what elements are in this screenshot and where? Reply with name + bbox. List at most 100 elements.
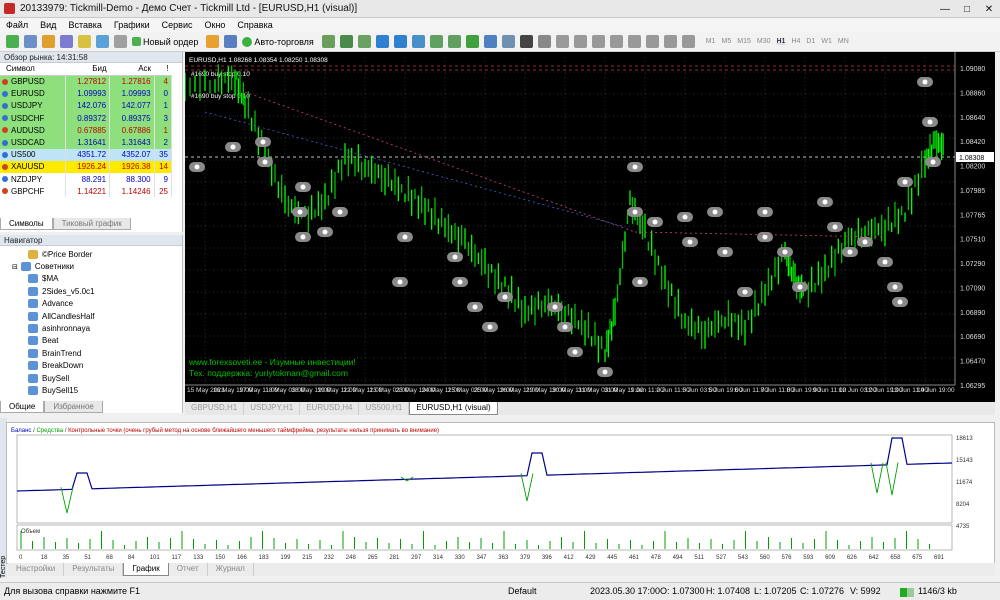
market-row[interactable]: USDCHF 0.89372 0.89375 3 [0,112,173,125]
metaeditor-icon[interactable] [206,35,220,48]
market-row[interactable]: GBPUSD 1.27812 1.27816 4 [0,75,173,88]
navigator-item[interactable]: ©Price Border [0,248,182,260]
navigator-tab-0[interactable]: Общие [0,401,45,413]
chart-tab-3[interactable]: US500,H1 [359,402,410,415]
tester-tab-0[interactable]: Настройки [8,563,65,576]
navigator-icon[interactable] [78,35,91,48]
candles-icon[interactable] [339,35,353,48]
market-row[interactable]: EURUSD 1.09993 1.09993 0 [0,87,173,100]
menu-item-0[interactable]: Файл [6,20,28,30]
autotrading-button[interactable]: Авто-торговля [242,36,314,47]
timeframe-M30[interactable]: M30 [757,38,771,45]
menu-item-6[interactable]: Справка [237,20,272,30]
chart-tab-4[interactable]: EURUSD,H1 (visual) [409,402,498,415]
timeframe-bar: M1 M5 M15 M30 H1 H4 D1 W1 MN [706,38,855,45]
indicators-icon[interactable] [465,35,479,48]
text-icon[interactable] [645,35,659,48]
navigator-item[interactable]: ⊟ Советники [0,260,182,272]
minimize-button[interactable]: — [934,0,956,18]
tester-icon[interactable] [114,35,127,48]
market-row[interactable]: GBPCHF 1.14221 1.14246 25 [0,185,173,198]
symbol-header[interactable]: Символ [0,63,66,76]
timeframe-M15[interactable]: M15 [737,38,751,45]
navigator-item[interactable]: BreakDown [0,360,182,372]
line-chart-icon[interactable] [357,35,371,48]
market-row[interactable]: US500 4351.72 4352.07 35 [0,148,173,161]
trendline-icon[interactable] [591,35,605,48]
profiles-icon[interactable] [24,35,37,48]
chart-tab-2[interactable]: EURUSD,H4 [300,402,360,415]
cursor-icon[interactable] [519,35,533,48]
timeframe-MN[interactable]: MN [838,38,849,45]
symbol-cell: US500 [0,148,66,161]
chart-tab-0[interactable]: GBPUSD,H1 [185,402,245,415]
market-row[interactable]: USDCAD 1.31641 1.31643 2 [0,136,173,149]
fibo-icon[interactable] [627,35,641,48]
tester-tab-2[interactable]: График [123,563,169,576]
tester-x-tick: 232 [324,555,335,561]
label-icon[interactable] [663,35,677,48]
chart-tab-1[interactable]: USDJPY,H1 [244,402,301,415]
order-marker-dot [297,209,303,215]
maximize-button[interactable]: □ [956,0,978,18]
horizontal-line-icon[interactable] [573,35,587,48]
tree-collapse-icon[interactable]: ⊟ [12,263,18,271]
ask-header[interactable]: Аск [109,63,155,76]
new-chart-icon[interactable] [6,35,19,48]
tile-windows-icon[interactable] [411,35,425,48]
close-button[interactable]: ✕ [978,0,1000,18]
navigator-item[interactable]: Advance [0,298,182,310]
navigator-item[interactable]: 2Sides_v5.0c1 [0,285,182,297]
market-watch-icon[interactable] [42,35,55,48]
navigator-item-label: Beat [42,336,59,346]
navigator-item[interactable]: BuySell15 [0,384,182,396]
data-window-icon[interactable] [60,35,73,48]
navigator-item[interactable]: Beat [0,335,182,347]
chart-shift-icon[interactable] [447,35,461,48]
timeframe-W1[interactable]: W1 [821,38,832,45]
signals-icon[interactable] [224,35,238,48]
zoom-out-icon[interactable] [393,35,407,48]
order-marker-dot [194,164,200,170]
terminal-icon[interactable] [96,35,109,48]
navigator-item[interactable]: BuySell [0,372,182,384]
market-tab-0[interactable]: Символы [0,218,53,230]
channel-icon[interactable] [609,35,623,48]
menu-item-4[interactable]: Сервис [162,20,193,30]
timeframe-M1[interactable]: M1 [706,38,716,45]
tester-tab-3[interactable]: Отчет [169,563,208,576]
bid-header[interactable]: Бид [65,63,110,76]
zoom-in-icon[interactable] [375,35,389,48]
menu-item-2[interactable]: Вставка [68,20,101,30]
price-chart[interactable]: 1.09080 1.08860 1.08640 1.08420 1.08200 1.079… [184,52,995,402]
menu-item-3[interactable]: Графики [114,20,150,30]
timeframe-M5[interactable]: M5 [722,38,732,45]
menu-item-1[interactable]: Вид [40,20,56,30]
navigator-item[interactable]: $MA [0,273,182,285]
tester-tab-4[interactable]: Журнал [208,563,254,576]
market-row[interactable]: XAUUSD 1926.24 1926.38 14 [0,160,173,173]
menu-item-5[interactable]: Окно [205,20,226,30]
market-row[interactable]: NZDJPY 88.291 88.300 9 [0,173,173,186]
periods-icon[interactable] [483,35,497,48]
timeframe-D1[interactable]: D1 [806,38,815,45]
navigator-item[interactable]: BrainTrend [0,347,182,359]
autoscroll-icon[interactable] [429,35,443,48]
market-row[interactable]: AUDUSD 0.67885 0.67886 1 [0,124,173,137]
navigator-tab-1[interactable]: Избранное [44,401,103,413]
arrows-icon[interactable] [681,35,695,48]
price-tick-label: 1.07765 [960,212,985,219]
bar-chart-icon[interactable] [321,35,335,48]
new-order-button[interactable]: Новый ордер [132,37,198,47]
navigator-item[interactable]: asinhronnaya [0,322,182,334]
market-tab-1[interactable]: Тиковый график [52,218,131,230]
navigator-item[interactable]: AllCandlesHalf [0,310,182,322]
timeframe-H1[interactable]: H1 [776,38,786,45]
market-row[interactable]: USDJPY 142.076 142.077 1 [0,99,173,113]
crosshair-icon[interactable] [537,35,551,48]
tester-tab-1[interactable]: Результаты [64,563,124,576]
spread-header[interactable]: ! [154,63,172,76]
templates-icon[interactable] [501,35,515,48]
timeframe-H4[interactable]: H4 [791,38,800,45]
vertical-line-icon[interactable] [555,35,569,48]
